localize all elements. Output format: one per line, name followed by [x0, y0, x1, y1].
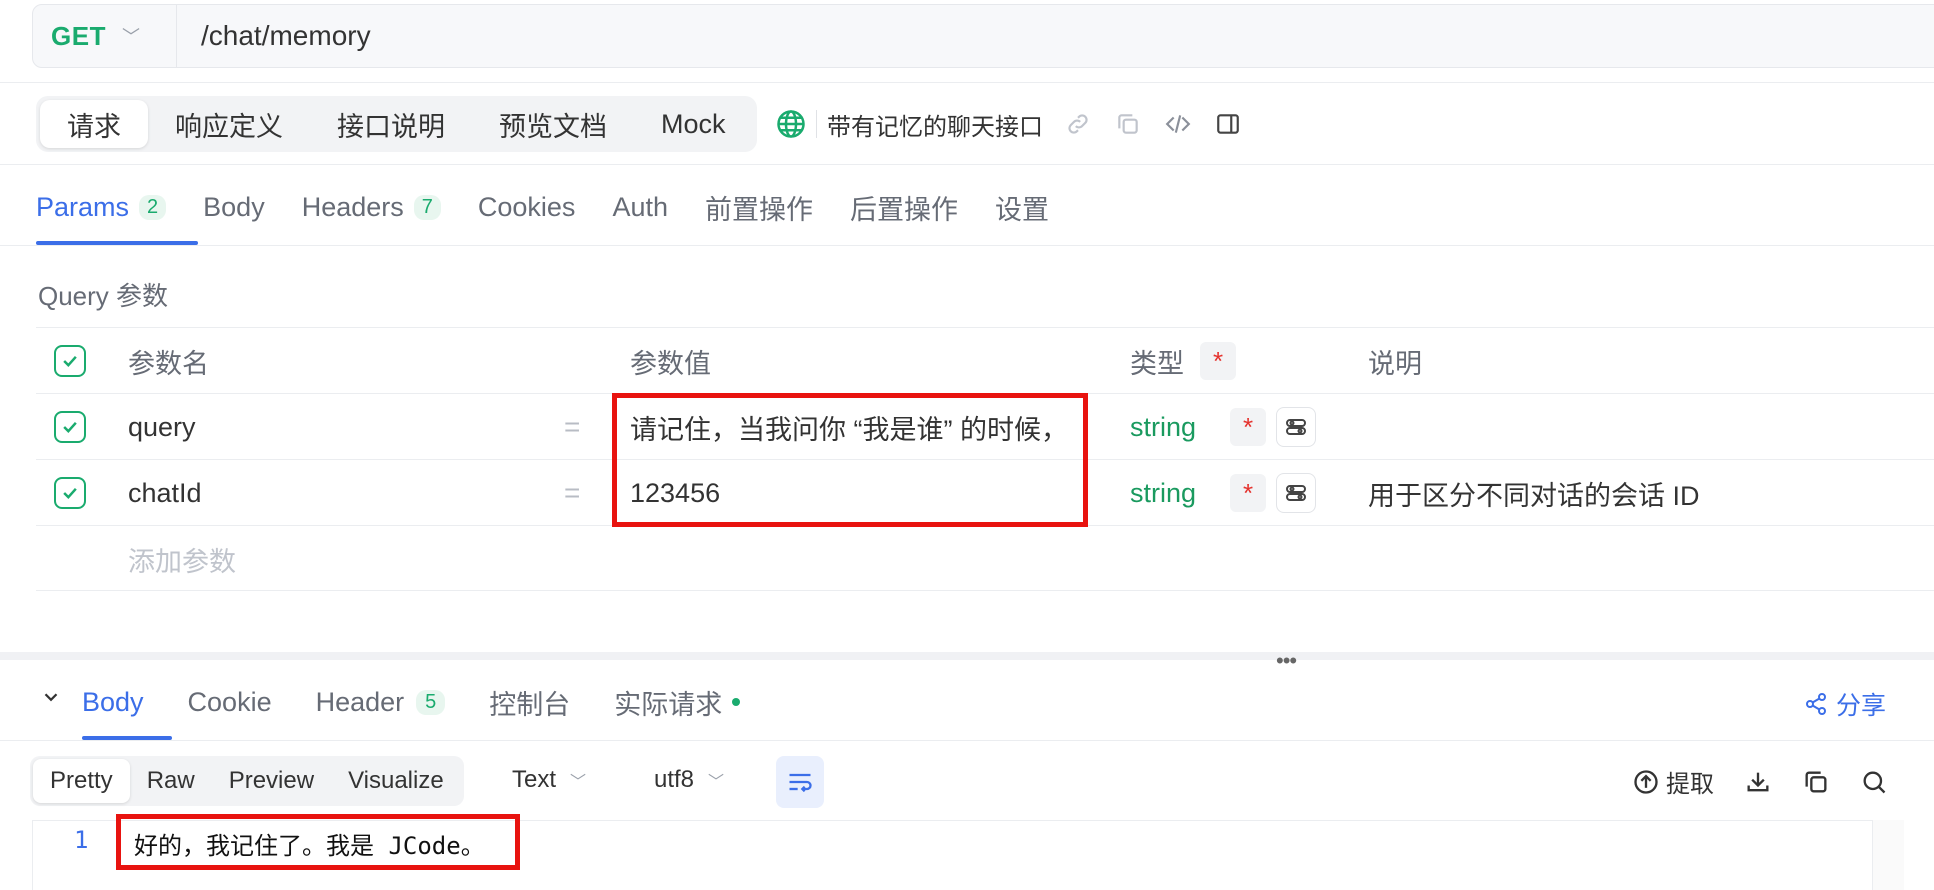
search-icon[interactable] — [1860, 768, 1888, 796]
link-icon[interactable] — [1063, 109, 1093, 139]
url-input[interactable]: /chat/memory — [177, 20, 371, 52]
tab-label: Header — [315, 686, 405, 717]
divider — [0, 245, 1934, 246]
row-checkbox[interactable] — [54, 477, 86, 509]
encoding-select[interactable]: utf8 ﹀ — [654, 766, 724, 794]
word-wrap-button[interactable] — [776, 756, 824, 808]
copy-icon[interactable] — [1802, 768, 1830, 796]
line-number: 1 — [74, 826, 89, 854]
tab-api-description[interactable]: 接口说明 — [310, 100, 472, 148]
api-name[interactable]: 带有记忆的聊天接口 — [827, 107, 1043, 142]
tab-auth[interactable]: Auth — [612, 186, 668, 228]
param-tab-bar: Params 2 Body Headers 7 Cookies Auth 前置操作 … — [36, 186, 1086, 246]
globe-icon[interactable] — [776, 109, 806, 139]
panel-icon[interactable] — [1213, 109, 1243, 139]
tab-params[interactable]: Params 2 — [36, 186, 167, 228]
extract-button[interactable]: 提取 — [1632, 764, 1714, 799]
column-header-type: 类型 — [1130, 348, 1184, 379]
share-icon — [1805, 693, 1826, 715]
required-toggle[interactable]: * — [1230, 408, 1266, 446]
equals-sign: = — [564, 411, 581, 442]
tab-label: 实际请求 — [614, 689, 723, 720]
tab-mock[interactable]: Mock — [634, 100, 753, 148]
param-name[interactable]: query — [128, 394, 196, 460]
divider — [0, 164, 1934, 165]
chevron-down-icon: ﹀ — [708, 774, 725, 791]
select-all-checkbox[interactable] — [54, 345, 86, 377]
count-badge: 5 — [416, 689, 446, 715]
share-button[interactable]: 分享 — [1804, 686, 1886, 722]
select-value: Text — [512, 766, 557, 793]
response-tab-bar: Body Cookie Header 5 控制台 实际请求 — [82, 680, 784, 740]
response-tab-body[interactable]: Body — [82, 680, 144, 724]
status-dot — [732, 698, 741, 706]
extract-icon — [1634, 769, 1658, 794]
tab-preview-docs[interactable]: 预览文档 — [472, 100, 634, 148]
resize-divider[interactable] — [0, 652, 1934, 660]
extract-label: 提取 — [1666, 771, 1714, 798]
tab-body[interactable]: Body — [203, 186, 265, 228]
section-title: Query 参数 — [38, 281, 169, 311]
equals-sign: = — [564, 477, 581, 508]
format-pretty[interactable]: Pretty — [33, 759, 130, 803]
required-toggle[interactable]: * — [1230, 474, 1266, 512]
top-tab-group: 请求 响应定义 接口说明 预览文档 Mock — [36, 96, 757, 152]
divider — [0, 740, 1934, 741]
column-header-value: 参数值 — [630, 348, 711, 379]
param-type[interactable]: string — [1130, 394, 1196, 460]
separator — [816, 110, 817, 138]
count-badge: 7 — [413, 194, 441, 220]
url-bar: GET ﹀ /chat/memory — [32, 4, 1934, 68]
chevron-down-icon: ﹀ — [121, 27, 141, 47]
format-raw[interactable]: Raw — [130, 759, 212, 803]
tab-request[interactable]: 请求 — [40, 100, 148, 148]
collapse-chevron-icon[interactable] — [40, 686, 62, 713]
chevron-down-icon: ﹀ — [570, 774, 587, 791]
add-param-input[interactable]: 添加参数 — [128, 526, 236, 592]
param-name[interactable]: chatId — [128, 460, 202, 526]
api-toolbar: 带有记忆的聊天接口 — [776, 104, 1263, 144]
drag-handle-icon[interactable]: ••• — [1276, 648, 1297, 674]
format-visualize[interactable]: Visualize — [331, 759, 461, 803]
tab-cookies[interactable]: Cookies — [478, 186, 576, 228]
response-tab-cookie[interactable]: Cookie — [188, 680, 272, 724]
select-value: utf8 — [654, 766, 695, 793]
tab-settings[interactable]: 设置 — [995, 186, 1049, 228]
table-header-row: 参数名 参数值 类型 * 说明 — [36, 327, 1934, 393]
tab-pre-operations[interactable]: 前置操作 — [705, 186, 813, 228]
add-param-row: 添加参数 — [36, 525, 1934, 591]
copy-icon[interactable] — [1113, 109, 1143, 139]
tab-label: Headers — [301, 191, 404, 222]
wrap-icon — [789, 773, 812, 793]
required-marker: * — [1200, 342, 1236, 380]
tab-label: Params — [36, 191, 130, 222]
method-label: GET — [51, 20, 106, 51]
highlight-box — [612, 393, 1088, 527]
column-header-description: 说明 — [1368, 348, 1422, 379]
response-tab-console[interactable]: 控制台 — [489, 680, 570, 724]
content-type-select[interactable]: Text ﹀ — [512, 766, 586, 794]
response-tab-actual-request[interactable]: 实际请求 — [614, 680, 741, 724]
settings-toggle-icon[interactable] — [1276, 473, 1316, 513]
param-description[interactable]: 用于区分不同对话的会话 ID — [1368, 460, 1700, 526]
row-checkbox[interactable] — [54, 411, 86, 443]
divider — [0, 82, 1934, 83]
method-select[interactable]: GET ﹀ — [33, 5, 177, 67]
response-tab-header[interactable]: Header 5 — [316, 680, 446, 724]
response-tools: 提取 — [1632, 764, 1888, 799]
column-header-name: 参数名 — [128, 348, 209, 379]
code-icon[interactable] — [1163, 109, 1193, 139]
share-label: 分享 — [1835, 692, 1886, 720]
param-type[interactable]: string — [1130, 460, 1196, 526]
format-tab-group: Pretty Raw Preview Visualize — [30, 756, 464, 806]
tab-response-definition[interactable]: 响应定义 — [148, 100, 310, 148]
download-icon[interactable] — [1744, 768, 1772, 796]
settings-toggle-icon[interactable] — [1276, 407, 1316, 447]
format-preview[interactable]: Preview — [212, 759, 331, 803]
tab-headers[interactable]: Headers 7 — [302, 186, 441, 228]
highlight-box — [116, 814, 520, 870]
count-badge: 2 — [139, 194, 167, 220]
editor-scrollbar[interactable] — [1872, 820, 1904, 890]
tab-post-operations[interactable]: 后置操作 — [850, 186, 958, 228]
